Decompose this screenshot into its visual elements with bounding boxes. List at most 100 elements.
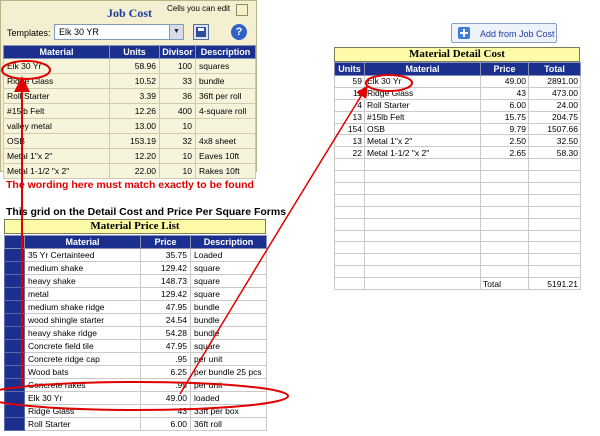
empty-row[interactable] xyxy=(334,170,581,184)
row-selector[interactable] xyxy=(4,313,25,327)
material-price-list-table: Material Price Description 35 Yr Certainte… xyxy=(4,235,267,431)
table-row[interactable]: Ridge Glass 43 33ft per box xyxy=(4,404,267,418)
empty-row[interactable] xyxy=(334,265,581,279)
table-cell[interactable]: Metal 1-1/2 "x 2" xyxy=(3,163,110,179)
table-row[interactable]: 35 Yr Certainteed 35.75 Loaded xyxy=(4,248,267,262)
row-selector[interactable] xyxy=(4,404,25,418)
table-row[interactable]: Concrete ridge cap .95 per unit xyxy=(4,352,267,366)
table-row[interactable]: Roll Starter 3.39 36 36ft per roll xyxy=(3,88,256,104)
table-row[interactable]: 13 Metal 1"x 2" 2.50 32.50 xyxy=(334,134,581,148)
table-row[interactable]: Concrete rakes .95 per unit xyxy=(4,378,267,392)
empty-row[interactable] xyxy=(334,182,581,195)
table-row[interactable]: OSB 153.19 32 4x8 sheet xyxy=(3,133,256,149)
empty-row[interactable] xyxy=(334,241,581,255)
table-cell[interactable]: 10.52 xyxy=(109,73,160,89)
row-selector[interactable] xyxy=(4,352,25,366)
table-row[interactable]: 4 Roll Starter 6.00 24.00 xyxy=(334,98,581,112)
table-cell xyxy=(528,193,581,207)
table-row[interactable]: 154 OSB 9.79 1507.66 xyxy=(334,122,581,136)
table-row[interactable]: metal 129.42 square xyxy=(4,287,267,301)
table-row[interactable]: wood shingle starter 24.54 bundle xyxy=(4,313,267,327)
table-cell[interactable]: 33 xyxy=(159,73,196,89)
table-cell[interactable]: 100 xyxy=(159,58,196,74)
row-selector[interactable] xyxy=(4,365,25,379)
table-cell: 43 xyxy=(480,86,529,100)
table-cell[interactable]: Eaves 10ft xyxy=(195,148,256,164)
table-cell[interactable]: 36ft per roll xyxy=(195,88,256,104)
table-cell: heavy shake xyxy=(24,274,141,288)
row-selector[interactable] xyxy=(4,248,25,262)
table-row[interactable]: Wood bats 6.25 per bundle 25 pcs xyxy=(4,365,267,379)
empty-row[interactable] xyxy=(334,253,581,267)
save-button[interactable] xyxy=(193,24,209,40)
empty-row[interactable] xyxy=(334,217,581,231)
table-cell[interactable]: 10 xyxy=(159,118,196,134)
help-icon[interactable]: ? xyxy=(231,24,247,40)
table-row[interactable]: Elk 30 Yr 49.00 loaded xyxy=(4,391,267,405)
empty-row[interactable] xyxy=(334,205,581,219)
row-selector[interactable] xyxy=(4,378,25,392)
table-row[interactable]: Elk 30 Yr 58.96 100 squares xyxy=(3,58,256,74)
row-selector[interactable] xyxy=(4,391,25,405)
table-row[interactable]: #15lb Felt 12.26 400 4-square roll xyxy=(3,103,256,119)
table-cell[interactable]: 400 xyxy=(159,103,196,119)
table-row[interactable]: medium shake 129.42 square xyxy=(4,261,267,275)
table-cell[interactable]: Rakes 10ft xyxy=(195,163,256,179)
table-cell: medium shake xyxy=(24,261,141,275)
table-cell[interactable]: Roll Starter xyxy=(3,88,110,104)
table-row[interactable]: 59 Elk 30 Yr 49.00 2891.00 xyxy=(334,75,581,88)
table-row[interactable]: heavy shake 148.73 square xyxy=(4,274,267,288)
empty-row[interactable] xyxy=(334,158,581,172)
table-cell[interactable]: 10 xyxy=(159,163,196,179)
table-row[interactable]: 11 Ridge Glass 43 473.00 xyxy=(334,86,581,100)
table-row[interactable]: 13 #15lb Felt 15.75 204.75 xyxy=(334,110,581,124)
table-cell: .95 xyxy=(140,378,191,392)
table-cell[interactable]: 22.00 xyxy=(109,163,160,179)
table-row[interactable]: Roll Starter 6.00 36ft roll xyxy=(4,417,267,431)
table-row[interactable]: Concrete field tile 47.95 square xyxy=(4,339,267,353)
table-cell[interactable]: 36 xyxy=(159,88,196,104)
row-selector[interactable] xyxy=(4,300,25,314)
table-cell[interactable]: #15lb Felt xyxy=(3,103,110,119)
row-selector[interactable] xyxy=(4,326,25,340)
table-cell[interactable]: Metal 1"x 2" xyxy=(3,148,110,164)
table-cell: bundle xyxy=(190,300,267,314)
table-cell[interactable]: 4x8 sheet xyxy=(195,133,256,149)
table-cell[interactable]: 12.20 xyxy=(109,148,160,164)
table-row[interactable]: medium shake ridge 47.95 bundle xyxy=(4,300,267,314)
floppy-disk-icon xyxy=(196,27,206,37)
table-cell[interactable]: OSB xyxy=(3,133,110,149)
table-cell[interactable]: bundle xyxy=(195,73,256,89)
row-selector[interactable] xyxy=(4,274,25,288)
table-cell[interactable]: 4-square roll xyxy=(195,103,256,119)
table-cell[interactable]: Elk 30 Yr xyxy=(3,58,110,74)
empty-row[interactable] xyxy=(334,229,581,243)
row-selector[interactable] xyxy=(4,339,25,353)
table-cell[interactable]: 58.96 xyxy=(109,58,160,74)
table-cell[interactable]: 12.26 xyxy=(109,103,160,119)
table-cell[interactable] xyxy=(195,118,256,134)
table-cell[interactable]: 153.19 xyxy=(109,133,160,149)
table-row[interactable]: 22 Metal 1-1/2 "x 2" 2.65 58.30 xyxy=(334,146,581,160)
table-row[interactable]: valley metal 13.00 10 xyxy=(3,118,256,134)
table-cell[interactable]: valley metal xyxy=(3,118,110,134)
column-header: Units xyxy=(334,62,365,76)
table-cell[interactable]: Ridge Glass xyxy=(3,73,110,89)
table-cell[interactable]: 32 xyxy=(159,133,196,149)
empty-row[interactable] xyxy=(334,193,581,207)
table-cell: 59 xyxy=(334,75,365,88)
table-cell[interactable]: squares xyxy=(195,58,256,74)
table-cell[interactable]: 10 xyxy=(159,148,196,164)
table-cell[interactable]: 3.39 xyxy=(109,88,160,104)
table-row[interactable]: heavy shake ridge 54.28 bundle xyxy=(4,326,267,340)
row-selector[interactable] xyxy=(4,261,25,275)
row-selector[interactable] xyxy=(4,287,25,301)
chevron-down-icon[interactable]: ▼ xyxy=(169,25,183,39)
templates-dropdown[interactable]: Elk 30 YR ▼ xyxy=(54,24,184,40)
row-selector[interactable] xyxy=(4,417,25,431)
add-from-job-cost-button[interactable]: Add from Job Cost xyxy=(451,23,557,43)
table-row[interactable]: Ridge Glass 10.52 33 bundle xyxy=(3,73,256,89)
table-row[interactable]: Metal 1-1/2 "x 2" 22.00 10 Rakes 10ft xyxy=(3,163,256,179)
table-row[interactable]: Metal 1"x 2" 12.20 10 Eaves 10ft xyxy=(3,148,256,164)
table-cell[interactable]: 13.00 xyxy=(109,118,160,134)
